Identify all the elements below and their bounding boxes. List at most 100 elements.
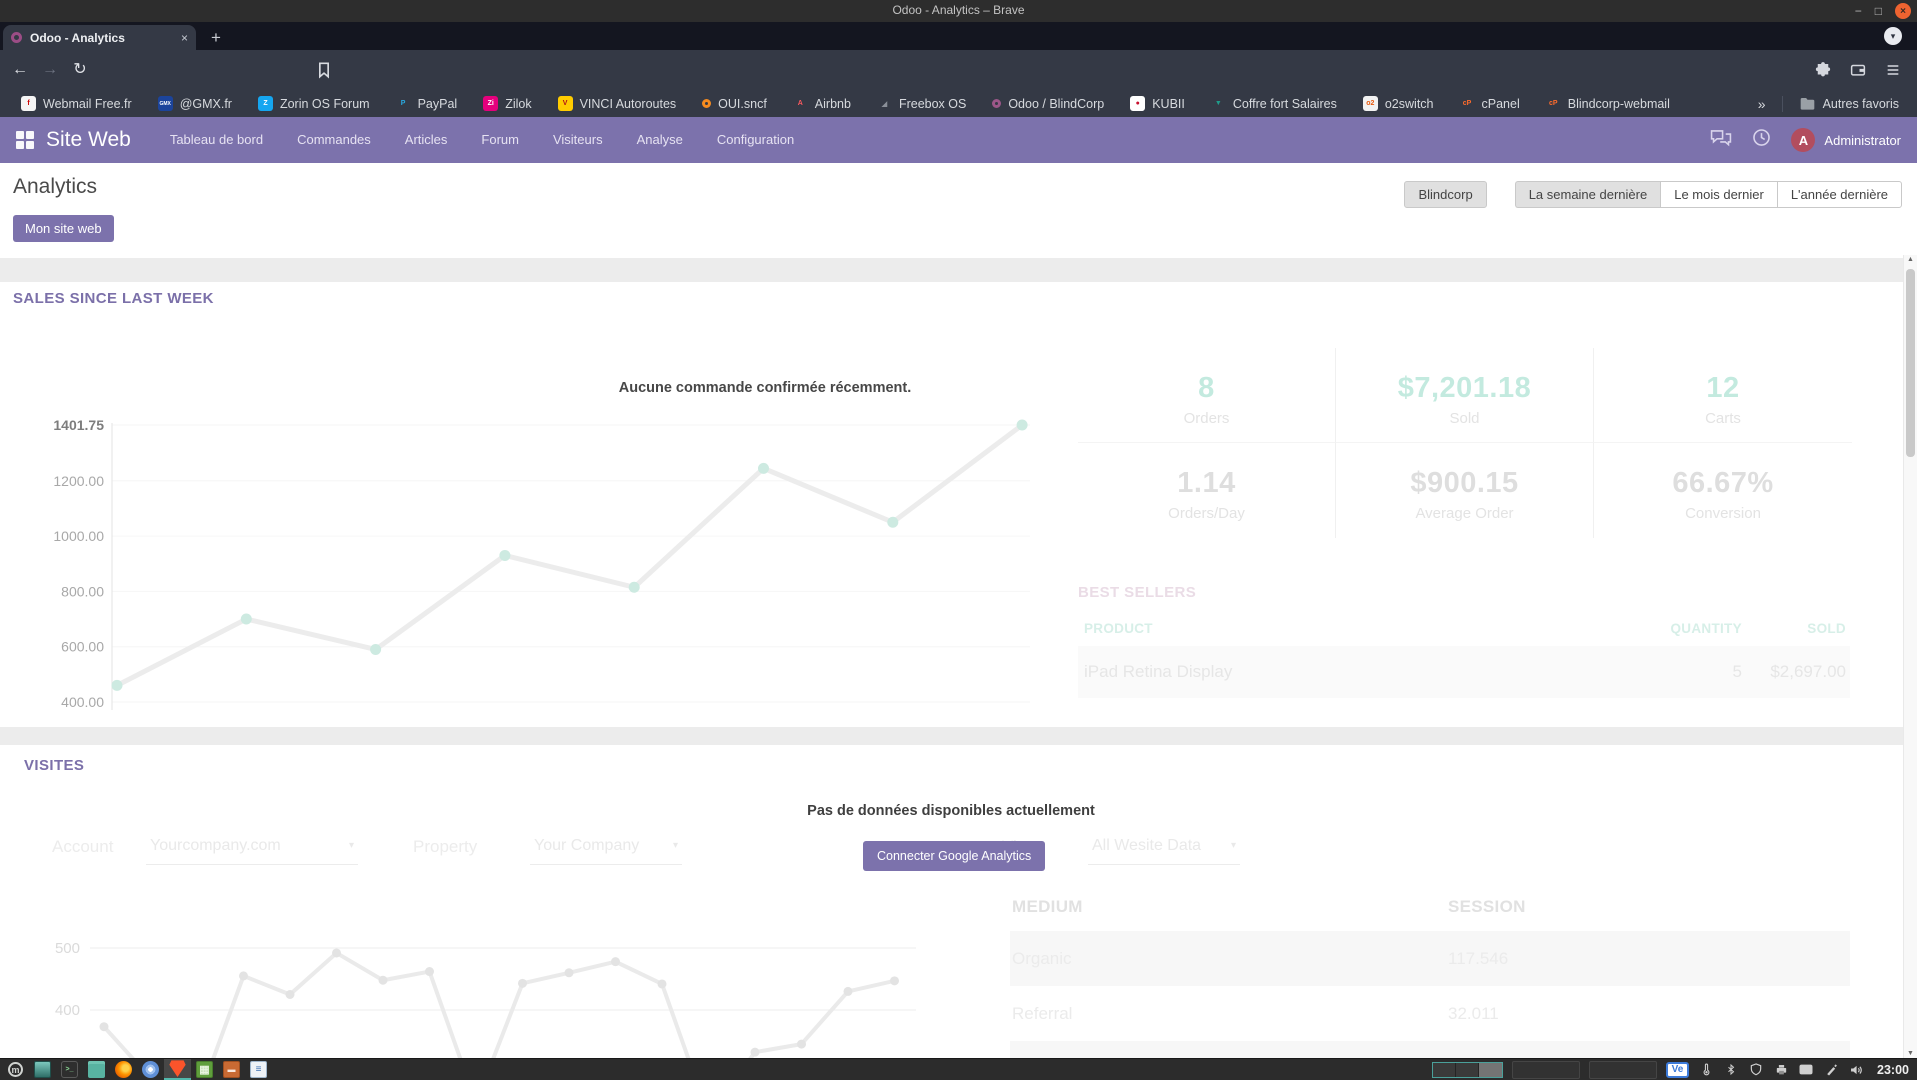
oui-sncf-favicon-icon [702,99,711,108]
user-menu[interactable]: A Administrator [1791,128,1901,152]
bookmark-webmail-free-fr[interactable]: fWebmail Free.fr [8,90,145,117]
folder-icon [1799,96,1816,111]
svg-text:1000.00: 1000.00 [53,528,104,544]
tab-close-icon[interactable]: × [181,31,188,45]
close-button[interactable]: × [1895,3,1911,19]
sales-empty-message: Aucune commande confirmée récemment. [465,380,1065,396]
forward-icon[interactable]: → [38,58,62,82]
launcher-firefox[interactable] [110,1059,137,1080]
printer-icon[interactable] [1773,1062,1789,1078]
nav-item-commandes[interactable]: Commandes [280,117,388,163]
extensions-puzzle-icon[interactable] [1811,58,1835,82]
browser-tab[interactable]: Odoo - Analytics × [3,25,196,50]
launcher-show-desktop[interactable] [29,1059,56,1080]
bookmark-paypal[interactable]: PPayPal [383,90,471,117]
mint-menu-icon: m [8,1062,23,1077]
back-icon[interactable]: ← [8,58,32,82]
nav-item-analyse[interactable]: Analyse [620,117,700,163]
bookmark-odoo-blindcorp[interactable]: Odoo / BlindCorp [979,90,1117,117]
field-select-view[interactable]: ▾All Wesite Data [1088,833,1240,865]
best-sellers-title: BEST SELLERS [1078,584,1850,601]
bookmark-blindcorp-webmail[interactable]: cPBlindcorp-webmail [1533,90,1683,117]
best-sellers-rows: iPad Retina Display5$2,697.00 [1078,646,1850,698]
menu-icon[interactable] [1881,58,1905,82]
field-select-property[interactable]: ▾Your Company [530,833,682,865]
app-name-menu[interactable]: Site Web [46,128,131,152]
other-bookmarks-folder[interactable]: Autres favoris [1789,96,1909,111]
taskbar-clock[interactable]: 23:00 [1877,1063,1909,1077]
bookmark-zilok[interactable]: ZiZilok [470,90,544,117]
tab-menu-button[interactable]: ▾ [1884,27,1902,45]
o2switch-favicon-icon: o2 [1363,96,1378,111]
field-select-account[interactable]: ▾Yourcompany.com [146,833,358,865]
range-button-le-mois-dernier[interactable]: Le mois dernier [1660,181,1777,208]
dropdown-caret-icon: ▾ [349,840,354,851]
taskbar-window-button-1[interactable] [1512,1061,1580,1079]
svg-text:400.00: 400.00 [61,694,104,710]
launcher-libreoffice-impress[interactable]: ▬ [218,1059,245,1080]
visits-section-title: VISITES [24,757,84,774]
bookmark-gmx-fr[interactable]: GMX@GMX.fr [145,90,245,117]
visits-line-chart: 500400 [40,895,920,1058]
bookmark-o2switch[interactable]: o2o2switch [1350,90,1447,117]
nav-item-tableau-de-bord[interactable]: Tableau de bord [153,117,280,163]
range-button-l-ann-e-derni-re[interactable]: L'année dernière [1777,181,1902,208]
sales-line-chart: 1401.751200.001000.00800.00600.00400.00 [42,412,1037,712]
volume-icon[interactable] [1848,1062,1864,1078]
nav-item-articles[interactable]: Articles [388,117,465,163]
bookmark-freebox-os[interactable]: ◢Freebox OS [864,90,979,117]
security-shield-icon[interactable] [1748,1062,1764,1078]
bookmark-vinci-autoroutes[interactable]: VVINCI Autoroutes [545,90,690,117]
launcher-libreoffice-writer[interactable]: ≡ [245,1059,272,1080]
launcher-libreoffice-calc[interactable]: ▦ [191,1059,218,1080]
workspace-1[interactable] [1433,1063,1456,1077]
activities-clock-icon[interactable] [1752,128,1771,152]
nav-item-configuration[interactable]: Configuration [700,117,811,163]
maximize-button[interactable]: □ [1875,3,1882,19]
messages-icon[interactable] [1710,129,1732,152]
minimize-button[interactable]: − [1855,3,1862,19]
reload-icon[interactable]: ↻ [68,58,92,82]
visits-table-rows: Organic117.546Referral32.011 [1010,931,1850,1058]
scrollbar-thumb[interactable] [1906,269,1915,457]
launcher-terminal[interactable]: >_ [56,1059,83,1080]
wallet-icon[interactable] [1846,58,1870,82]
nav-item-visiteurs[interactable]: Visiteurs [536,117,620,163]
temperature-icon[interactable] [1698,1062,1714,1078]
new-tab-button[interactable]: + [205,27,227,49]
launcher-mint-menu[interactable]: m [2,1059,29,1080]
workspace-3[interactable] [1479,1063,1502,1077]
launcher-file-manager[interactable] [83,1059,110,1080]
bookmark-flag-icon[interactable] [314,60,334,80]
navbar-menu: Tableau de bordCommandesArticlesForumVis… [153,117,811,163]
svg-text:600.00: 600.00 [61,639,104,655]
sales-section: SALES SINCE LAST WEEK Aucune commande co… [0,282,1917,727]
bookmark-airbnb[interactable]: AAirbnb [780,90,864,117]
bookmark-label: cPanel [1482,97,1520,111]
my-website-button[interactable]: Mon site web [13,215,114,242]
bookmark-zorin-os-forum[interactable]: ZZorin OS Forum [245,90,383,117]
workspace-2[interactable] [1456,1063,1479,1077]
connect-google-analytics-button[interactable]: Connecter Google Analytics [863,841,1045,871]
bookmark-kubii[interactable]: ●KUBII [1117,90,1198,117]
scroll-down-icon[interactable]: ▼ [1904,1050,1917,1057]
bookmark-coffre-fort-salaires[interactable]: ▼Coffre fort Salaires [1198,90,1350,117]
stat-orders-day: 1.14Orders/Day [1078,443,1336,538]
launcher-chromium[interactable] [137,1059,164,1080]
veracrypt-tray-icon[interactable]: Ve [1666,1062,1689,1078]
taskbar-window-button-2[interactable] [1589,1061,1657,1079]
stylus-icon[interactable] [1823,1062,1839,1078]
bookmarks-overflow-chevron-icon[interactable]: » [1748,96,1776,112]
launcher-brave[interactable] [164,1059,191,1080]
scroll-up-icon[interactable]: ▲ [1904,256,1917,263]
display-icon[interactable] [1798,1062,1814,1078]
bluetooth-icon[interactable] [1723,1062,1739,1078]
apps-grid-icon[interactable] [16,131,34,149]
best-sellers-col-product: PRODUCT [1078,621,1510,636]
company-filter-button[interactable]: Blindcorp [1404,181,1486,208]
scrollbar[interactable]: ▲ ▼ [1903,255,1917,1058]
bookmark-cpanel[interactable]: cPcPanel [1447,90,1533,117]
bookmark-oui-sncf[interactable]: OUI.sncf [689,90,780,117]
nav-item-forum[interactable]: Forum [464,117,536,163]
range-button-la-semaine-derni-re[interactable]: La semaine dernière [1515,181,1661,208]
